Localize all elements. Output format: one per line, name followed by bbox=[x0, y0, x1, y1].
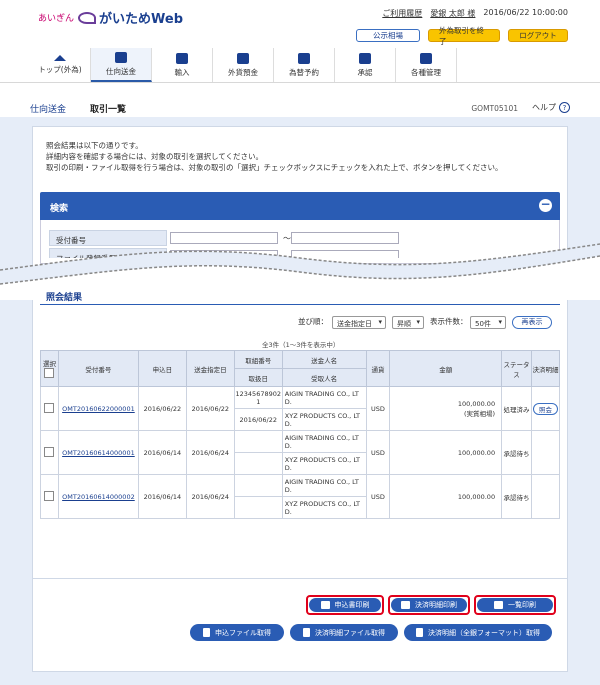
top-links: ご利用履歴 愛銀 太郎 様 2016/06/22 10:00:00 bbox=[382, 8, 568, 19]
user-name[interactable]: 愛銀 太郎 様 bbox=[430, 8, 475, 19]
nav-forward[interactable]: 為替予約 bbox=[274, 48, 335, 82]
nav-import[interactable]: 輸入 bbox=[152, 48, 213, 82]
redisplay-button[interactable]: 再表示 bbox=[512, 316, 552, 329]
logo[interactable]: あいぎん がいためWeb bbox=[38, 8, 183, 27]
approval-icon bbox=[359, 52, 371, 64]
file-icon bbox=[416, 628, 423, 637]
logo-mark-icon bbox=[78, 11, 97, 24]
header: あいぎん がいためWeb ご利用履歴 愛銀 太郎 様 2016/06/22 10… bbox=[0, 0, 600, 96]
home-icon bbox=[54, 55, 66, 61]
row-checkbox[interactable] bbox=[44, 490, 55, 501]
search-header[interactable]: 検索 − bbox=[40, 192, 560, 220]
printer-icon bbox=[320, 601, 330, 609]
settings-icon bbox=[420, 52, 432, 64]
screen-code: GOMT05101 bbox=[471, 104, 518, 113]
table-row[interactable]: OMT20160614000002 2016/06/14 2016/06/24 … bbox=[40, 474, 561, 519]
ref-link[interactable]: OMT20160622000001 bbox=[62, 405, 135, 413]
get-settlement-zengin-button[interactable]: 決済明細（全銀フォーマット）取得 bbox=[404, 624, 552, 641]
remittance-icon bbox=[115, 51, 127, 63]
main-nav: トップ(外為) 仕向送金 輸入 外貨預金 為替予約 承認 各種管理 bbox=[30, 48, 457, 82]
intro-text: 照会結果は以下の通りです。 詳細内容を確認する場合には、対象の取引を選択してくだ… bbox=[46, 141, 503, 172]
end-fx-button[interactable]: 外為取引を終了 bbox=[428, 26, 500, 46]
file-icon bbox=[203, 628, 210, 637]
nav-top[interactable]: トップ(外為) bbox=[30, 48, 91, 82]
sort-select[interactable]: 送金指定日 bbox=[332, 316, 386, 329]
page-title: 取引一覧 bbox=[90, 105, 127, 115]
per-page-select[interactable]: 50件 bbox=[470, 316, 506, 329]
ref-link[interactable]: OMT20160614000002 bbox=[62, 493, 135, 501]
collapse-icon[interactable]: − bbox=[539, 198, 552, 212]
nav-approval[interactable]: 承認 bbox=[335, 48, 396, 82]
breadcrumb-section: 仕向送金 bbox=[30, 105, 67, 115]
result-count: 全3件（1～3件を表示中） bbox=[262, 341, 340, 349]
print-settlement-button[interactable]: 決済明細印刷 bbox=[388, 595, 470, 615]
print-application-button[interactable]: 申込書印刷 bbox=[306, 595, 384, 615]
help-link[interactable]: ヘルプ? bbox=[532, 102, 570, 113]
select-all-checkbox[interactable] bbox=[44, 367, 55, 378]
row-checkbox[interactable] bbox=[44, 402, 55, 413]
get-application-file-button[interactable]: 申込ファイル取得 bbox=[190, 624, 284, 641]
wallet-icon bbox=[237, 52, 249, 64]
print-list-button[interactable]: 一覧印刷 bbox=[474, 595, 556, 615]
order-select[interactable]: 昇順 bbox=[392, 316, 424, 329]
detail-button[interactable]: 照会 bbox=[532, 402, 558, 415]
logout-button[interactable]: ログアウト bbox=[508, 29, 568, 42]
row-checkbox[interactable] bbox=[44, 446, 55, 457]
results-title: 照会結果 bbox=[46, 293, 83, 303]
table-row[interactable]: OMT20160622000001 2016/06/22 2016/06/22 … bbox=[40, 386, 561, 431]
get-settlement-file-button[interactable]: 決済明細ファイル取得 bbox=[290, 624, 398, 641]
ship-icon bbox=[176, 52, 188, 64]
nav-settings[interactable]: 各種管理 bbox=[396, 48, 457, 82]
exchange-icon bbox=[298, 52, 310, 64]
results-table: 選択 受付番号 申込日 送金指定日 取組番号 送金人名 通貨 金額 ステータス … bbox=[40, 350, 561, 519]
help-icon: ? bbox=[559, 102, 570, 113]
printer-icon bbox=[401, 601, 410, 609]
ref-link[interactable]: OMT20160614000001 bbox=[62, 449, 135, 457]
printer-icon bbox=[494, 601, 503, 609]
omission-wave bbox=[0, 243, 600, 300]
table-row[interactable]: OMT20160614000001 2016/06/14 2016/06/24 … bbox=[40, 430, 561, 475]
rate-button[interactable]: 公示相場 bbox=[356, 29, 420, 42]
nav-outward-remittance[interactable]: 仕向送金 bbox=[91, 48, 152, 82]
datetime: 2016/06/22 10:00:00 bbox=[483, 8, 568, 17]
nav-deposit[interactable]: 外貨預金 bbox=[213, 48, 274, 82]
history-link[interactable]: ご利用履歴 bbox=[382, 8, 422, 19]
file-icon bbox=[303, 628, 310, 637]
